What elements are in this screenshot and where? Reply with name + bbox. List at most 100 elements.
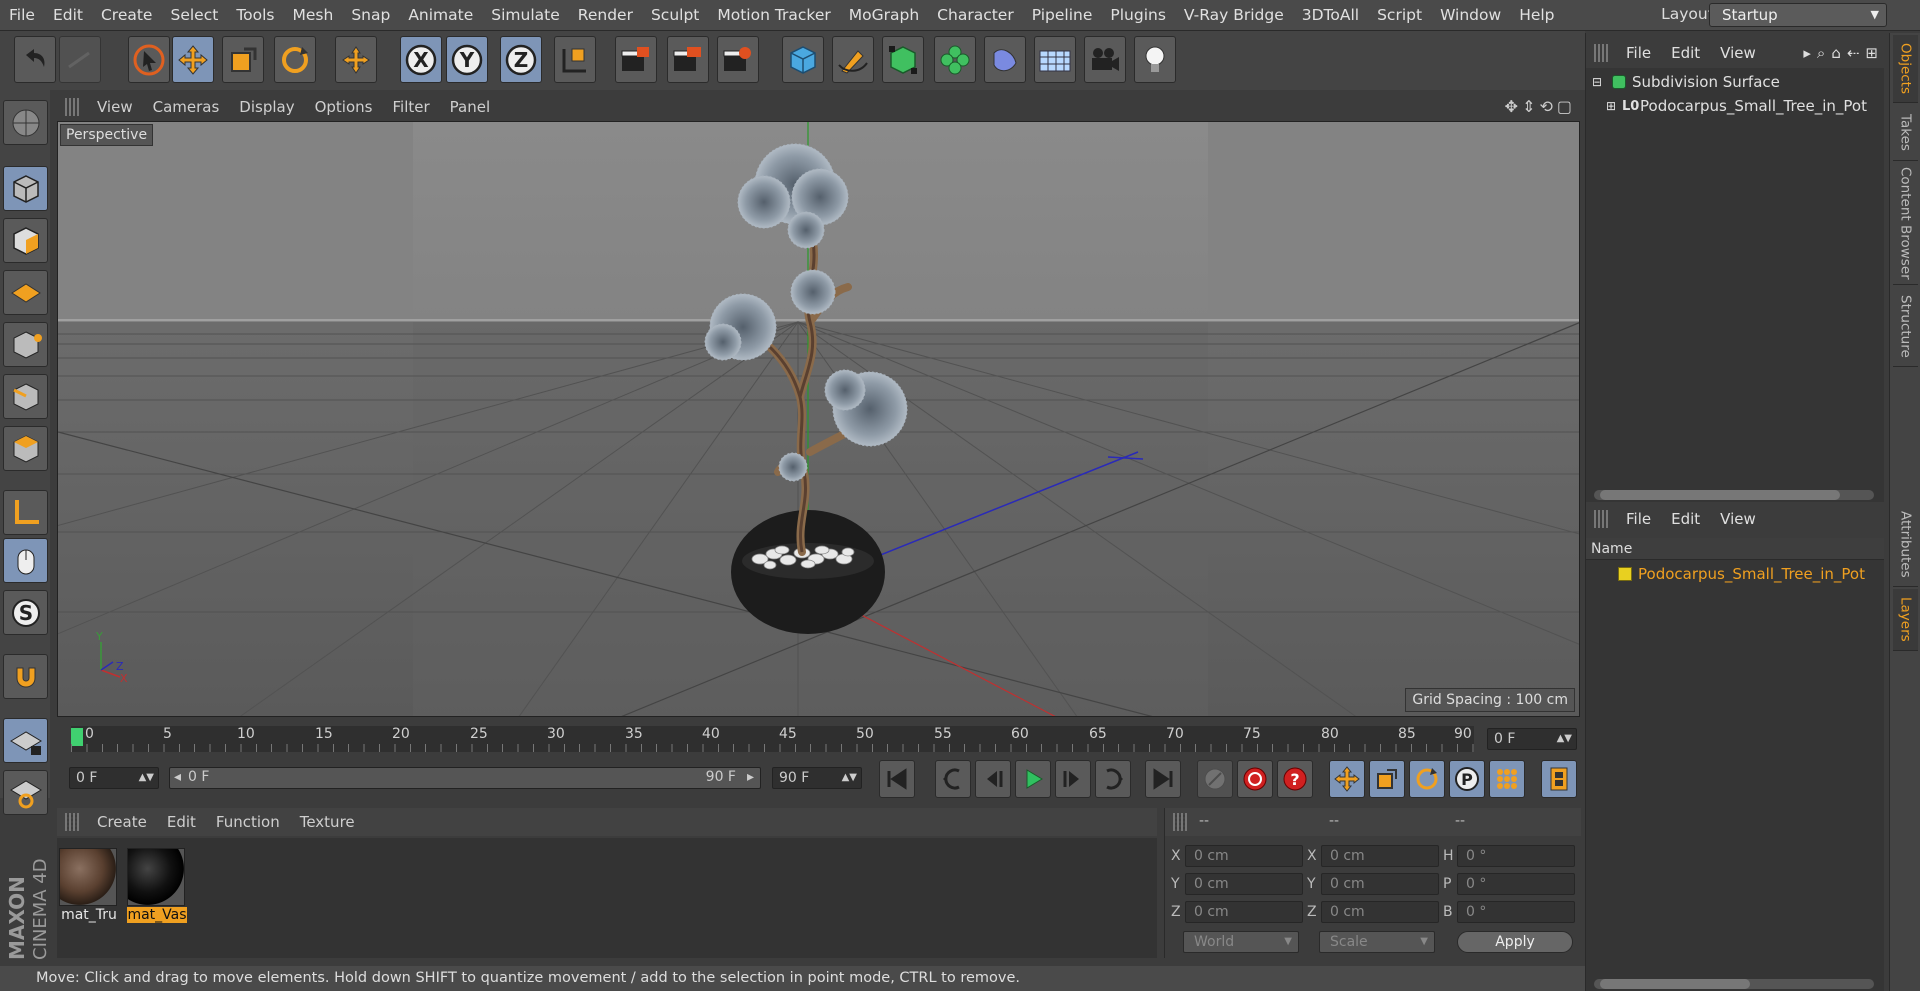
- material-swatch[interactable]: mat_Vas: [127, 848, 187, 923]
- key-parameter-button[interactable]: P: [1449, 760, 1485, 798]
- y-axis-button[interactable]: Y: [446, 36, 488, 83]
- tab-takes[interactable]: Takes: [1893, 105, 1918, 161]
- menu-select[interactable]: Select: [161, 6, 227, 24]
- layers-horizontal-scrollbar[interactable]: [1594, 979, 1874, 989]
- record-button[interactable]: [1237, 760, 1273, 798]
- objects-menu-file[interactable]: File: [1616, 44, 1661, 62]
- menu-render[interactable]: Render: [569, 6, 642, 24]
- drag-handle-icon[interactable]: [1594, 44, 1608, 62]
- floor-button[interactable]: [1034, 36, 1076, 83]
- previous-key-button[interactable]: [935, 760, 971, 798]
- menu-edit[interactable]: Edit: [44, 6, 92, 24]
- tab-attributes[interactable]: Attributes: [1893, 503, 1918, 587]
- polygons-mode-button[interactable]: [3, 426, 48, 471]
- layers-menu-edit[interactable]: Edit: [1661, 510, 1710, 528]
- z-axis-button[interactable]: Z: [500, 36, 542, 83]
- tab-objects[interactable]: Objects: [1893, 35, 1918, 103]
- pen-spline-button[interactable]: [832, 36, 874, 83]
- x-axis-button[interactable]: X: [400, 36, 442, 83]
- size-z-field[interactable]: 0 cm: [1321, 901, 1439, 923]
- objects-horizontal-scrollbar[interactable]: [1594, 490, 1874, 500]
- live-select-button[interactable]: [335, 36, 377, 83]
- tab-content-browser[interactable]: Content Browser: [1893, 163, 1918, 285]
- cube-button[interactable]: [782, 36, 824, 83]
- rotate-tool-button[interactable]: [274, 36, 316, 83]
- menu-help[interactable]: Help: [1510, 6, 1563, 24]
- snap-button[interactable]: [3, 654, 48, 699]
- scale-tool-button[interactable]: [222, 36, 264, 83]
- size-mode-dropdown[interactable]: Scale ▼: [1319, 931, 1435, 953]
- menu-script[interactable]: Script: [1368, 6, 1431, 24]
- layer-column-header[interactable]: Name: [1586, 538, 1884, 560]
- texture-mode-button[interactable]: [3, 218, 48, 263]
- objects-menu-edit[interactable]: Edit: [1661, 44, 1710, 62]
- tab-layers[interactable]: Layers: [1893, 589, 1918, 651]
- size-x-field[interactable]: 0 cm: [1321, 845, 1439, 867]
- viewport-menu-display[interactable]: Display: [229, 98, 304, 116]
- move-tool-button[interactable]: [172, 36, 214, 83]
- tweak-mode-button[interactable]: [3, 538, 48, 583]
- menu-plugins[interactable]: Plugins: [1101, 6, 1175, 24]
- drag-handle-icon[interactable]: [65, 813, 79, 831]
- key-pla-button[interactable]: [1489, 760, 1525, 798]
- cloner-button[interactable]: [934, 36, 976, 83]
- coordinate-system-button[interactable]: [554, 36, 596, 83]
- key-position-button[interactable]: [1329, 760, 1365, 798]
- end-frame-field[interactable]: 90 F ▲▼: [772, 767, 862, 789]
- objects-menu-view[interactable]: View: [1710, 44, 1766, 62]
- camera-label[interactable]: Perspective: [60, 124, 154, 146]
- menu-create[interactable]: Create: [92, 6, 162, 24]
- start-frame-field[interactable]: 0 F ▲▼: [69, 767, 159, 789]
- autokey-button[interactable]: ?: [1277, 760, 1313, 798]
- rot-p-field[interactable]: 0 °: [1457, 873, 1575, 895]
- camera-button[interactable]: [1084, 36, 1126, 83]
- rot-b-field[interactable]: 0 °: [1457, 901, 1575, 923]
- viewport-menu-filter[interactable]: Filter: [382, 98, 439, 116]
- timeline-ruler[interactable]: 0 5 10 15 20 25 30 35 40 45 50 55 60 65 …: [71, 726, 1474, 752]
- rot-h-field[interactable]: 0 °: [1457, 845, 1575, 867]
- tree-row-subdivision-surface[interactable]: ⊟ Subdivision Surface: [1586, 70, 1884, 94]
- menu-3dtoall[interactable]: 3DToAll: [1293, 6, 1368, 24]
- preview-range-slider[interactable]: ◂ 0 F 90 F ▸: [169, 767, 761, 789]
- tree-expand-icon[interactable]: ⊞: [1606, 99, 1616, 113]
- menu-mesh[interactable]: Mesh: [284, 6, 343, 24]
- apply-button[interactable]: Apply: [1457, 931, 1573, 953]
- objects-toolbar-icons[interactable]: ▸⌕⌂⇠⊞: [1803, 44, 1884, 62]
- viewport-menu-panel[interactable]: Panel: [440, 98, 500, 116]
- workplane-button[interactable]: [3, 270, 48, 315]
- layer-row[interactable]: Podocarpus_Small_Tree_in_Pot: [1586, 562, 1884, 586]
- menu-motion-tracker[interactable]: Motion Tracker: [708, 6, 839, 24]
- render-settings-button[interactable]: [717, 36, 759, 83]
- layout-dropdown[interactable]: Startup ▼: [1709, 3, 1887, 27]
- next-frame-button[interactable]: [1055, 760, 1091, 798]
- light-button[interactable]: [1134, 36, 1176, 83]
- size-y-field[interactable]: 0 cm: [1321, 873, 1439, 895]
- key-scale-button[interactable]: [1369, 760, 1405, 798]
- next-key-button[interactable]: [1095, 760, 1131, 798]
- current-frame-field[interactable]: 0 F ▲▼: [1487, 728, 1577, 750]
- perspective-viewport[interactable]: Y Z X Perspective Grid Spacing : 100 cm: [57, 121, 1580, 717]
- points-mode-button[interactable]: [3, 322, 48, 367]
- menu-pipeline[interactable]: Pipeline: [1023, 6, 1102, 24]
- workplane-lock-button[interactable]: [3, 718, 48, 763]
- edges-mode-button[interactable]: [3, 374, 48, 419]
- menu-snap[interactable]: Snap: [342, 6, 399, 24]
- tab-structure[interactable]: Structure: [1893, 287, 1918, 367]
- model-mode-button[interactable]: [3, 166, 48, 211]
- pos-y-field[interactable]: 0 cm: [1185, 873, 1303, 895]
- layers-menu-file[interactable]: File: [1616, 510, 1661, 528]
- make-editable-button[interactable]: [3, 100, 48, 145]
- tree-row-podocarpus[interactable]: ⊞ L0 Podocarpus_Small_Tree_in_Pot: [1586, 94, 1884, 118]
- material-menu-create[interactable]: Create: [87, 813, 157, 831]
- viewport-menu-cameras[interactable]: Cameras: [143, 98, 230, 116]
- menu-simulate[interactable]: Simulate: [482, 6, 569, 24]
- viewport-nav-icons[interactable]: ✥⇕⟲▢: [1505, 97, 1576, 116]
- render-view-button[interactable]: [615, 36, 657, 83]
- drag-handle-icon[interactable]: [1594, 510, 1608, 528]
- viewport-menu-view[interactable]: View: [87, 98, 143, 116]
- subdivision-button[interactable]: [882, 36, 924, 83]
- deformer-button[interactable]: [984, 36, 1026, 83]
- key-rotation-button[interactable]: [1409, 760, 1445, 798]
- drag-handle-icon[interactable]: [1173, 813, 1187, 831]
- menu-mograph[interactable]: MoGraph: [840, 6, 928, 24]
